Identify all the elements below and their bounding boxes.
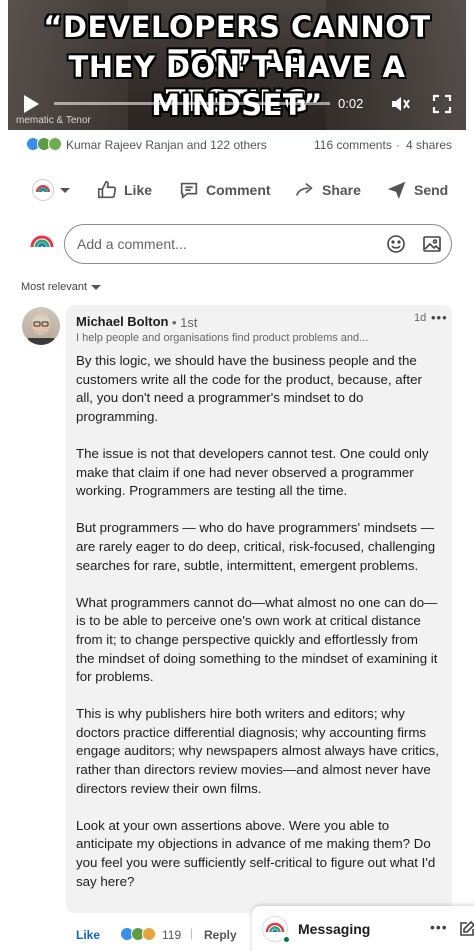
comment-button[interactable]: Comment <box>178 170 271 210</box>
reply-button[interactable]: Reply <box>204 928 237 942</box>
comment-paragraph: Look at your own assertions above. Were … <box>76 817 436 889</box>
comment-time: 1d <box>414 312 427 324</box>
comment-reaction-icons[interactable] <box>120 927 156 942</box>
share-button[interactable]: Share <box>294 170 361 210</box>
messaging-title: Messaging <box>298 921 371 937</box>
comment-paragraph: The issue is not that developers cannot … <box>76 445 429 499</box>
insightful-reaction-icon <box>142 927 156 941</box>
post-action-bar: Like Comment Share Send <box>0 170 474 210</box>
social-counts: Kumar Rajeev Ranjan and 122 others 116 c… <box>24 136 454 154</box>
play-icon[interactable] <box>24 95 39 113</box>
send-label: Send <box>414 182 449 198</box>
online-status-indicator <box>282 935 291 944</box>
comment-actions: Like 119 | Reply <box>76 926 276 944</box>
separator: | <box>190 926 194 940</box>
celebrate-reaction-icon <box>48 137 62 151</box>
comment-like-button[interactable]: Like <box>76 928 100 942</box>
video-credit: mematic & Tenor <box>16 115 91 126</box>
comment-text: By this logic, we should have the busine… <box>76 352 440 910</box>
add-comment-row: Add a comment... <box>22 224 456 264</box>
chevron-down-icon <box>91 284 102 290</box>
reactors-text[interactable]: Kumar Rajeev Ranjan and 122 others <box>66 138 267 152</box>
like-button[interactable]: Like <box>96 170 152 210</box>
compose-icon[interactable] <box>458 920 474 943</box>
more-options-icon[interactable]: ••• <box>430 919 448 935</box>
emoji-icon[interactable] <box>386 234 406 259</box>
reaction-icons[interactable] <box>26 137 64 152</box>
mute-icon[interactable] <box>390 94 410 119</box>
video-time: 0:02 <box>338 96 364 111</box>
org-avatar-icon <box>32 179 54 201</box>
sort-comments-dropdown[interactable]: Most relevant <box>21 281 102 293</box>
comments-count[interactable]: 116 comments <box>314 138 392 152</box>
messaging-dock[interactable]: Messaging ••• <box>252 906 474 951</box>
sort-label: Most relevant <box>21 281 88 293</box>
shares-count[interactable]: 4 shares <box>406 138 452 152</box>
connection-degree: • 1st <box>172 315 198 330</box>
comment-reaction-count[interactable]: 119 <box>162 928 181 942</box>
image-icon[interactable] <box>422 234 442 259</box>
reaction-identity-selector[interactable] <box>32 170 70 210</box>
fullscreen-icon[interactable] <box>432 94 452 119</box>
thumbs-up-icon <box>97 180 117 199</box>
comment-paragraph: This is why publishers hire both writers… <box>76 706 439 796</box>
commenter-headline: I help people and organisations find pro… <box>76 332 369 344</box>
commenter-name[interactable]: Michael Bolton <box>76 314 168 329</box>
send-icon <box>387 181 406 200</box>
commenter-avatar[interactable] <box>22 307 60 345</box>
comment-icon <box>180 182 198 200</box>
video-progress-bar[interactable] <box>54 102 330 105</box>
org-logo-icon <box>26 227 58 259</box>
like-label: Like <box>124 182 153 198</box>
comment-paragraph: But programmers — who do have programmer… <box>76 520 436 573</box>
comment-paragraph: By this logic, we should have the busine… <box>76 353 422 424</box>
comment-paragraph: What programmers cannot do—what almost n… <box>76 594 438 685</box>
share-arrow-icon <box>295 182 313 196</box>
share-label: Share <box>322 182 361 198</box>
comment-label: Comment <box>206 182 271 198</box>
separator-dot: · <box>396 138 400 152</box>
send-button[interactable]: Send <box>386 170 448 210</box>
video-player[interactable]: “DEVELOPERS CANNOT TEST AS THEY DON’T HA… <box>8 0 466 130</box>
chevron-down-icon <box>60 187 70 193</box>
more-options-icon[interactable]: ••• <box>431 310 448 325</box>
